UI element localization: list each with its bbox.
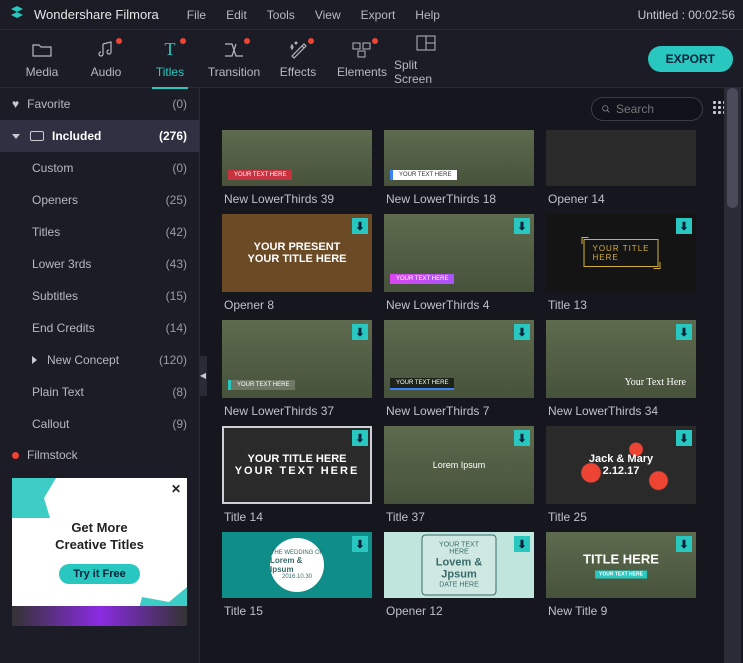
plate: YOUR TEXT HERELovem & JpsumDATE HERE [422,535,497,596]
notification-dot-icon [372,38,378,44]
tab-effects[interactable]: Effects [266,35,330,83]
title-card[interactable]: ⬇TITLE HEREYOUR TEXT HERENew Title 9 [546,532,696,620]
tab-transition[interactable]: Transition [202,35,266,83]
download-icon[interactable]: ⬇ [352,218,368,234]
notification-dot-icon [180,38,186,44]
promo-decor [12,478,62,518]
title-card[interactable]: YOUR TEXT HERENew LowerThirds 39 [222,130,372,208]
promo-text: Get MoreCreative Titles [55,520,144,554]
download-icon[interactable]: ⬇ [514,430,530,446]
main-panel: ◀ YOUR TEXT HERENew LowerThirds 39 YOUR … [200,88,743,663]
menu-tools[interactable]: Tools [267,8,295,22]
title-card[interactable]: ⬇THE WEDDING OFLorem & Ipsum2016.10.30Ti… [222,532,372,620]
sidebar-item-newconcept[interactable]: New Concept(120) [0,344,199,376]
sidebar-item-titles[interactable]: Titles(42) [0,216,199,248]
download-icon[interactable]: ⬇ [514,536,530,552]
promo-cta-button[interactable]: Try it Free [59,564,140,584]
titlebar: Wondershare Filmora File Edit Tools View… [0,0,743,30]
title-card[interactable]: YOUR TEXT HERENew LowerThirds 18 [384,130,534,208]
title-card[interactable]: ⬇YOUR PRESENTYOUR TITLE HEREOpener 8 [222,214,372,314]
sidebar: ♥Favorite (0) Included (276) Custom(0) O… [0,88,200,663]
title-card[interactable]: ⬇Your Text HereNew LowerThirds 34 [546,320,696,420]
text-icon: T [165,39,176,61]
title-card[interactable]: Opener 14 [546,130,696,208]
folder-icon [30,131,44,141]
main-menu: File Edit Tools View Export Help [187,8,440,22]
download-icon[interactable]: ⬇ [676,218,692,234]
download-icon[interactable]: ⬇ [352,430,368,446]
search-icon [602,103,610,115]
download-icon[interactable]: ⬇ [352,324,368,340]
status-dot-icon [12,452,19,459]
sidebar-item-plaintext[interactable]: Plain Text(8) [0,376,199,408]
download-icon[interactable]: ⬇ [676,536,692,552]
scrollbar[interactable] [724,88,741,663]
promo-decor [12,606,187,626]
effects-icon [289,39,307,61]
export-button[interactable]: EXPORT [648,46,733,72]
download-icon[interactable]: ⬇ [676,430,692,446]
chevron-down-icon [12,134,20,139]
menu-file[interactable]: File [187,8,206,22]
download-icon[interactable]: ⬇ [676,324,692,340]
folder-icon [32,39,52,61]
project-status: Untitled : 00:02:56 [638,8,735,22]
title-card[interactable]: ⬇YOUR TEXT HERELovem & JpsumDATE HEREOpe… [384,532,534,620]
app-logo-icon [8,6,26,24]
notification-dot-icon [116,38,122,44]
search-bar [200,88,743,130]
title-card[interactable]: ⬇Lorem IpsumTitle 37 [384,426,534,526]
sidebar-item-custom[interactable]: Custom(0) [0,152,199,184]
sidebar-favorite[interactable]: ♥Favorite (0) [0,88,199,120]
sidebar-filmstock[interactable]: Filmstock [0,440,199,470]
chevron-right-icon [32,356,37,364]
tab-elements[interactable]: Elements [330,35,394,83]
menu-view[interactable]: View [315,8,341,22]
close-icon[interactable]: ✕ [171,482,181,496]
badge: THE WEDDING OFLorem & Ipsum2016.10.30 [270,538,324,592]
music-icon [97,39,115,61]
search-box[interactable] [591,97,703,121]
titles-grid: YOUR TEXT HERENew LowerThirds 39 YOUR TE… [200,130,743,663]
download-icon[interactable]: ⬇ [514,324,530,340]
title-card[interactable]: ⬇Jack & Mary2.12.17Title 25 [546,426,696,526]
sidebar-item-openers[interactable]: Openers(25) [0,184,199,216]
sidebar-item-subtitles[interactable]: Subtitles(15) [0,280,199,312]
sidebar-item-endcredits[interactable]: End Credits(14) [0,312,199,344]
split-screen-icon [416,32,436,54]
title-card[interactable]: ⬇YOUR TEXT HERENew LowerThirds 4 [384,214,534,314]
promo-panel: ✕ Get MoreCreative Titles Try it Free [12,478,187,626]
sidebar-included[interactable]: Included (276) [0,120,199,152]
download-icon[interactable]: ⬇ [514,218,530,234]
toolbar: Media Audio TTitles Transition Effects E… [0,30,743,88]
notification-dot-icon [244,38,250,44]
scrollbar-thumb[interactable] [727,88,738,208]
title-card[interactable]: ⬇YOUR TITLE HEREYOUR TEXT HERETitle 14 [222,426,372,526]
tab-split-screen[interactable]: Split Screen [394,28,458,90]
title-card[interactable]: ⬇YOUR TITLE HERETitle 13 [546,214,696,314]
notification-dot-icon [308,38,314,44]
download-icon[interactable]: ⬇ [352,536,368,552]
menu-edit[interactable]: Edit [226,8,247,22]
menu-help[interactable]: Help [415,8,440,22]
sidebar-item-lower3rds[interactable]: Lower 3rds(43) [0,248,199,280]
menu-export[interactable]: Export [361,8,396,22]
tab-titles[interactable]: TTitles [138,35,202,83]
title-card[interactable]: ⬇YOUR TEXT HERENew LowerThirds 7 [384,320,534,420]
transition-icon [224,39,244,61]
sidebar-item-callout[interactable]: Callout(9) [0,408,199,440]
elements-icon [352,39,372,61]
heart-icon: ♥ [12,97,19,111]
collapse-sidebar-button[interactable]: ◀ [200,356,207,396]
search-input[interactable] [616,102,692,116]
tab-media[interactable]: Media [10,35,74,83]
title-card[interactable]: ⬇YOUR TEXT HERENew LowerThirds 37 [222,320,372,420]
app-name: Wondershare Filmora [34,7,159,22]
tab-audio[interactable]: Audio [74,35,138,83]
